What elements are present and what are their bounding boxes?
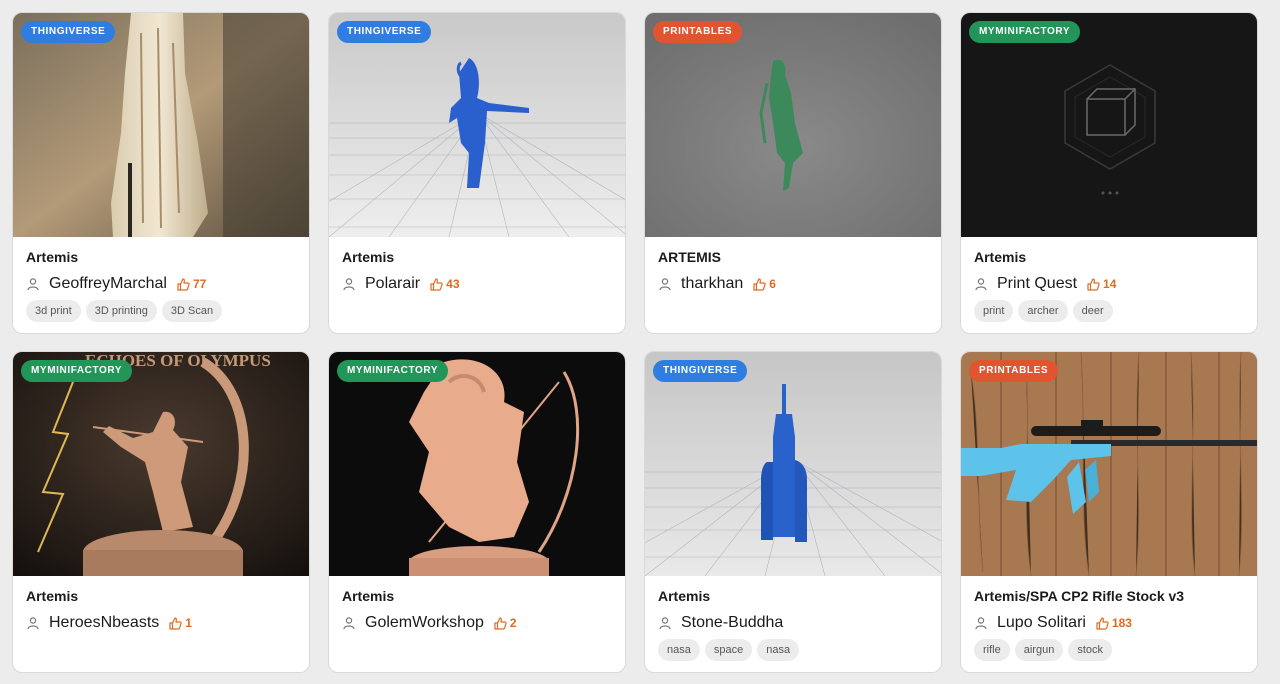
- model-title[interactable]: Artemis: [26, 249, 78, 265]
- source-badge: PRINTABLES: [969, 360, 1059, 382]
- model-thumbnail[interactable]: [329, 352, 625, 576]
- like-count-value: 77: [192, 277, 207, 291]
- model-title[interactable]: Artemis: [342, 588, 394, 604]
- model-thumbnail[interactable]: [13, 13, 309, 237]
- like-count-value: 14: [1103, 277, 1117, 291]
- model-thumbnail[interactable]: [961, 352, 1257, 576]
- author-name[interactable]: Lupo Solitari: [997, 614, 1086, 632]
- author-name[interactable]: tharkhan: [681, 275, 743, 293]
- like-count-value: 1: [185, 616, 192, 630]
- user-icon: [26, 277, 40, 291]
- tag-list: nasa space nasa: [658, 639, 804, 661]
- model-title[interactable]: Artemis: [342, 249, 394, 265]
- tag-chip[interactable]: nasa: [757, 639, 800, 661]
- tag-chip[interactable]: 3d print: [26, 300, 81, 322]
- tag-chip[interactable]: nasa: [658, 639, 700, 661]
- model-title[interactable]: Artemis: [26, 588, 78, 604]
- model-thumbnail[interactable]: ECHOES OF OLYMPUS: [13, 352, 309, 576]
- tag-chip[interactable]: 3D printing: [85, 300, 157, 322]
- author-name[interactable]: GolemWorkshop: [365, 614, 484, 632]
- model-title[interactable]: ARTEMIS: [658, 249, 721, 265]
- model-meta: GeoffreyMarchal 77: [26, 275, 206, 293]
- like-count: 14: [1087, 277, 1116, 291]
- like-count: 43: [430, 277, 460, 291]
- user-icon: [342, 277, 356, 291]
- thumbs-up-icon: [1096, 616, 1109, 630]
- model-meta: Print Quest 14: [974, 275, 1116, 293]
- source-badge: THINGIVERSE: [653, 360, 748, 382]
- tag-chip[interactable]: print: [974, 300, 1014, 322]
- model-title[interactable]: Artemis/SPA CP2 Rifle Stock v3: [974, 588, 1184, 604]
- source-badge: THINGIVERSE: [21, 21, 116, 43]
- tag-chip[interactable]: space: [704, 639, 753, 661]
- author-name[interactable]: GeoffreyMarchal: [49, 275, 167, 293]
- model-meta: GolemWorkshop 2: [342, 614, 517, 632]
- model-thumbnail[interactable]: [961, 13, 1257, 237]
- model-meta: HeroesNbeasts 1: [26, 614, 192, 632]
- author-name[interactable]: Polarair: [365, 275, 420, 293]
- thumbs-up-icon: [430, 277, 443, 291]
- model-meta: Polarair 43: [342, 275, 460, 293]
- model-card[interactable]: ECHOES OF OLYMPUS MYMINIFACTORY Artemis …: [12, 351, 310, 673]
- like-count-value: 183: [1111, 616, 1132, 630]
- user-icon: [658, 277, 672, 291]
- model-card[interactable]: MYMINIFACTORY Artemis Print Quest 14 pri…: [960, 12, 1258, 334]
- user-icon: [658, 616, 672, 630]
- thumbs-up-icon: [494, 616, 507, 630]
- like-count-value: 6: [769, 277, 776, 291]
- tag-chip[interactable]: deer: [1072, 300, 1113, 322]
- model-card[interactable]: PRINTABLES Artemis/SPA CP2 Rifle Stock v…: [960, 351, 1258, 673]
- thumbs-up-icon: [169, 616, 182, 630]
- tag-chip[interactable]: stock: [1068, 639, 1112, 661]
- tag-list: rifle airgun stock: [974, 639, 1117, 661]
- source-badge: THINGIVERSE: [337, 21, 432, 43]
- thumbs-up-icon: [1087, 277, 1100, 291]
- user-icon: [974, 616, 988, 630]
- tag-list: 3d print 3D printing 3D Scan: [26, 300, 227, 322]
- model-thumbnail[interactable]: [645, 352, 941, 576]
- author-name[interactable]: HeroesNbeasts: [49, 614, 159, 632]
- author-name[interactable]: Stone-Buddha: [681, 614, 783, 632]
- tag-chip[interactable]: airgun: [1014, 639, 1064, 661]
- thumbs-up-icon: [177, 277, 190, 291]
- model-grid: THINGIVERSE Artemis GeoffreyMarchal 77 3…: [0, 0, 1280, 684]
- model-title[interactable]: Artemis: [658, 588, 710, 604]
- like-count-value: 2: [509, 616, 517, 630]
- model-card[interactable]: THINGIVERSE Artemis GeoffreyMarchal 77 3…: [12, 12, 310, 334]
- model-title[interactable]: Artemis: [974, 249, 1026, 265]
- author-name[interactable]: Print Quest: [997, 275, 1077, 293]
- tag-chip[interactable]: archer: [1018, 300, 1068, 322]
- model-thumbnail[interactable]: [329, 13, 625, 237]
- user-icon: [974, 277, 988, 291]
- thumbs-up-icon: [753, 277, 766, 291]
- model-meta: tharkhan 6: [658, 275, 776, 293]
- model-card[interactable]: PRINTABLES ARTEMIS tharkhan 6: [644, 12, 942, 334]
- like-count-value: 43: [446, 277, 460, 291]
- like-count: 1: [169, 616, 192, 630]
- model-card[interactable]: THINGIVERSE Artemis Polarair 43: [328, 12, 626, 334]
- model-meta: Stone-Buddha: [658, 614, 783, 632]
- tag-chip[interactable]: rifle: [974, 639, 1010, 661]
- like-count: 2: [494, 616, 517, 630]
- user-icon: [342, 616, 356, 630]
- like-count: 183: [1096, 616, 1132, 630]
- like-count: 6: [753, 277, 776, 291]
- like-count: 77: [177, 277, 206, 291]
- model-meta: Lupo Solitari 183: [974, 614, 1132, 632]
- user-icon: [26, 616, 40, 630]
- tag-chip[interactable]: 3D Scan: [161, 300, 223, 322]
- model-thumbnail[interactable]: [645, 13, 941, 237]
- model-card[interactable]: THINGIVERSE Artemis Stone-Buddha nasa sp…: [644, 351, 942, 673]
- source-badge: MYMINIFACTORY: [969, 21, 1081, 43]
- source-badge: PRINTABLES: [653, 21, 743, 43]
- tag-list: print archer deer: [974, 300, 1118, 322]
- source-badge: MYMINIFACTORY: [21, 360, 133, 382]
- source-badge: MYMINIFACTORY: [337, 360, 449, 382]
- model-card[interactable]: MYMINIFACTORY Artemis GolemWorkshop 2: [328, 351, 626, 673]
